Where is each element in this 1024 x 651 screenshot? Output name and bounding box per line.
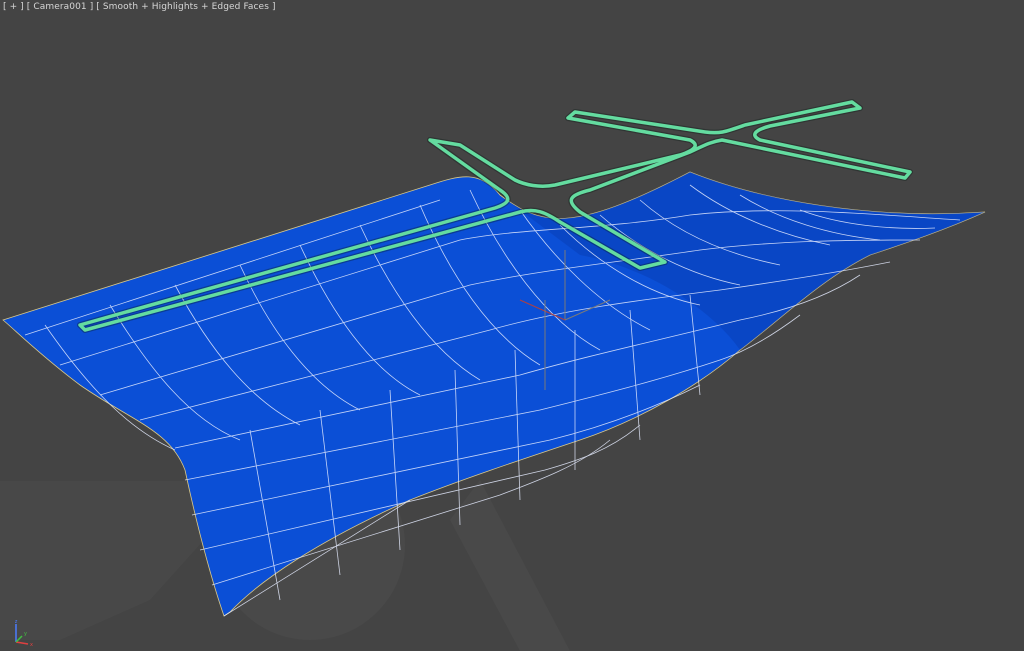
svg-text:x: x [30,642,33,648]
shading-mode-selector[interactable]: [ Smooth + Highlights + Edged Faces ] [96,2,275,12]
viewport-camera001[interactable]: [ + ] [ Camera001 ] [ Smooth + Highlight… [0,0,1024,651]
scene-canvas[interactable] [0,0,1024,651]
svg-text:y: y [24,631,27,637]
viewport-menu-button[interactable]: [ + ] [3,2,24,12]
viewport-label[interactable]: [ + ] [ Camera001 ] [ Smooth + Highlight… [3,2,276,12]
svg-text:z: z [15,619,18,625]
xyz-axis-icon: z x y [15,619,33,648]
camera-selector[interactable]: [ Camera001 ] [27,2,94,12]
